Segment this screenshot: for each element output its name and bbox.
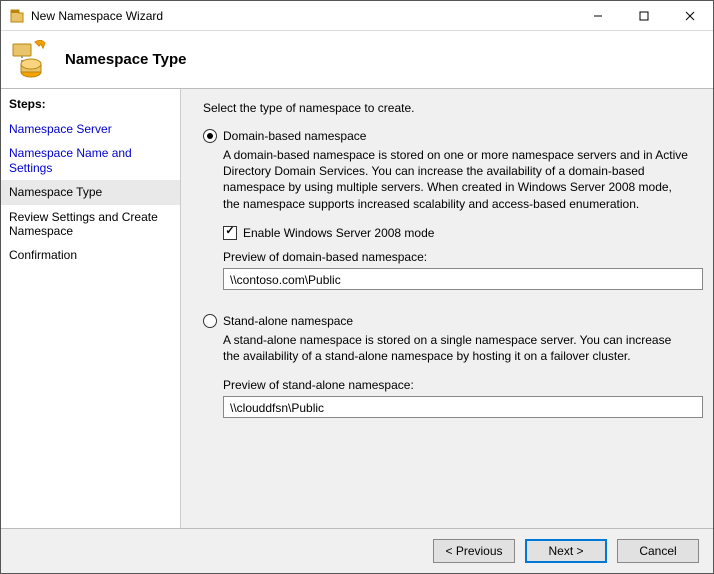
wizard-footer: < Previous Next > Cancel bbox=[1, 529, 713, 573]
step-namespace-server[interactable]: Namespace Server bbox=[1, 117, 180, 141]
instruction-text: Select the type of namespace to create. bbox=[203, 101, 691, 115]
domain-preview-label: Preview of domain-based namespace: bbox=[223, 250, 691, 264]
domain-based-description: A domain-based namespace is stored on on… bbox=[223, 147, 691, 212]
close-button[interactable] bbox=[667, 1, 713, 30]
next-button[interactable]: Next > bbox=[525, 539, 607, 563]
checkbox-enable-2008-mode-label[interactable]: Enable Windows Server 2008 mode bbox=[243, 226, 434, 240]
radio-stand-alone[interactable] bbox=[203, 314, 217, 328]
standalone-preview-value: \\clouddfsn\Public bbox=[223, 396, 703, 418]
steps-heading: Steps: bbox=[1, 95, 180, 117]
steps-sidebar: Steps: Namespace Server Namespace Name a… bbox=[1, 89, 181, 528]
app-icon bbox=[9, 8, 25, 24]
checkbox-enable-2008-mode[interactable] bbox=[223, 226, 237, 240]
minimize-button[interactable] bbox=[575, 1, 621, 30]
step-confirmation[interactable]: Confirmation bbox=[1, 243, 180, 267]
radio-stand-alone-label[interactable]: Stand-alone namespace bbox=[223, 314, 353, 328]
namespace-icon bbox=[11, 40, 51, 80]
step-namespace-type[interactable]: Namespace Type bbox=[1, 180, 180, 204]
standalone-preview-label: Preview of stand-alone namespace: bbox=[223, 378, 691, 392]
domain-preview-value: \\contoso.com\Public bbox=[223, 268, 703, 290]
stand-alone-description: A stand-alone namespace is stored on a s… bbox=[223, 332, 691, 364]
window-title: New Namespace Wizard bbox=[31, 9, 575, 23]
cancel-button[interactable]: Cancel bbox=[617, 539, 699, 563]
radio-domain-based[interactable] bbox=[203, 129, 217, 143]
previous-button[interactable]: < Previous bbox=[433, 539, 515, 563]
title-bar: New Namespace Wizard bbox=[1, 1, 713, 31]
step-review-settings[interactable]: Review Settings and Create Namespace bbox=[1, 205, 180, 244]
wizard-header: Namespace Type bbox=[1, 31, 713, 89]
page-title: Namespace Type bbox=[65, 51, 186, 68]
step-namespace-name[interactable]: Namespace Name and Settings bbox=[1, 141, 180, 180]
maximize-button[interactable] bbox=[621, 1, 667, 30]
radio-domain-based-label[interactable]: Domain-based namespace bbox=[223, 129, 366, 143]
main-panel: Select the type of namespace to create. … bbox=[181, 89, 713, 528]
